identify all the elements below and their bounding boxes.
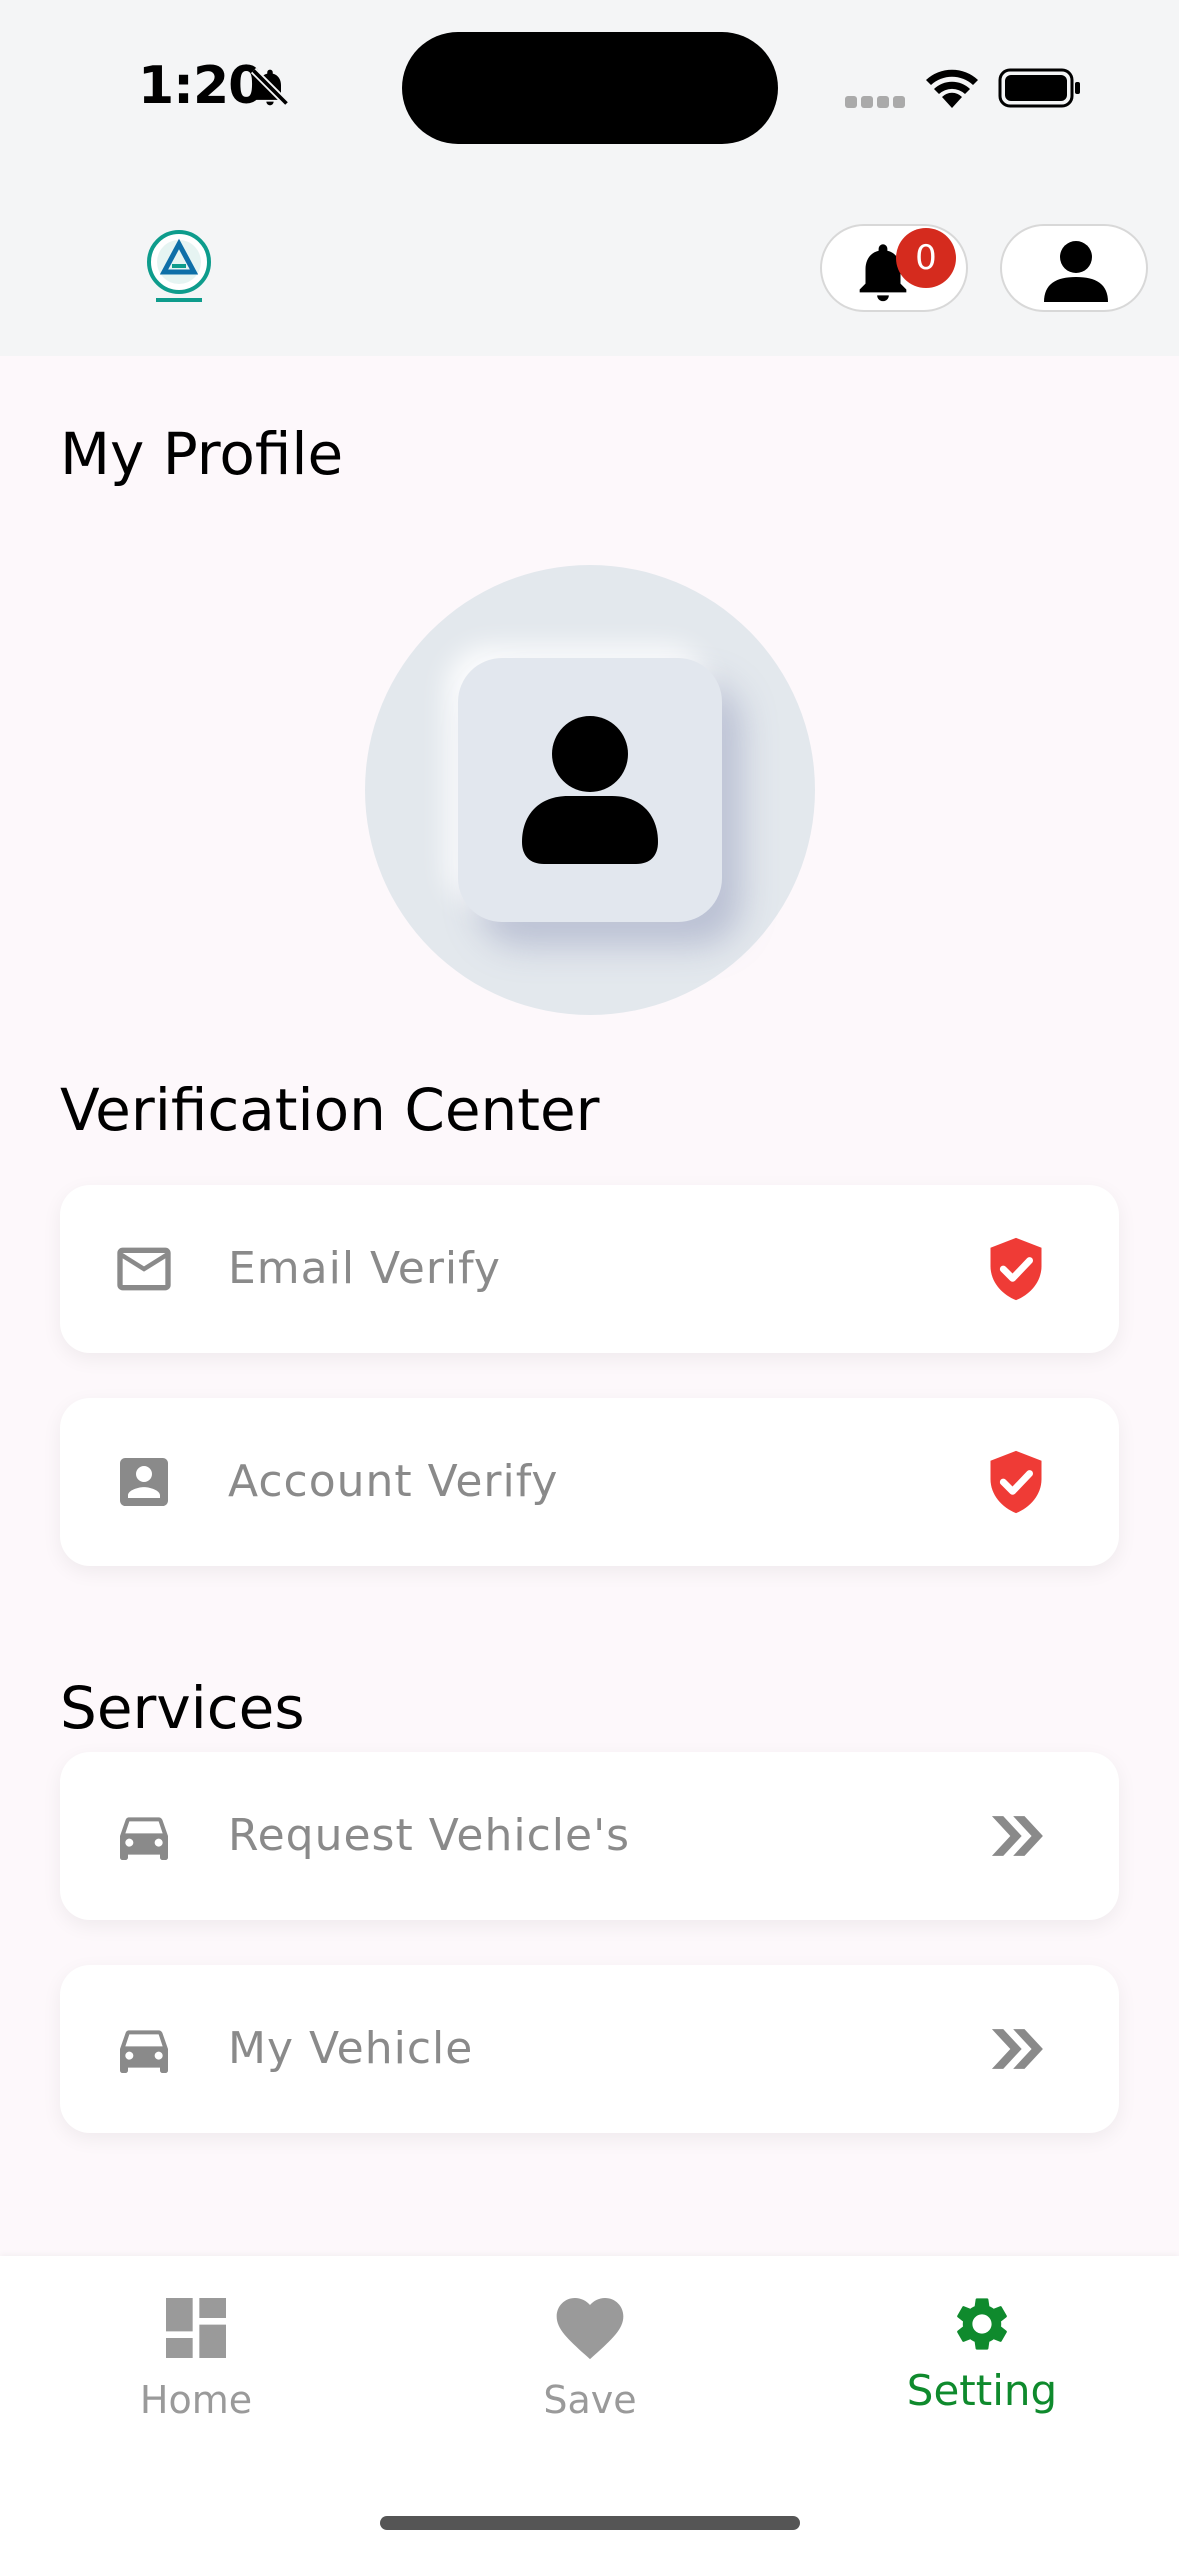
- shield-check-icon: [990, 1237, 1042, 1301]
- my-vehicle-label: My Vehicle: [228, 2023, 474, 2074]
- status-bar: 1:20: [0, 0, 1179, 180]
- mail-icon: [117, 1247, 171, 1291]
- nav-label-setting: Setting: [906, 2366, 1058, 2415]
- my-vehicle-card[interactable]: My Vehicle: [60, 1965, 1119, 2133]
- request-vehicles-label: Request Vehicle's: [228, 1810, 631, 1861]
- bell-off-icon: [250, 67, 290, 107]
- signal-icon: [845, 96, 905, 108]
- person-icon: [1044, 241, 1108, 302]
- home-indicator: [380, 2516, 800, 2530]
- avatar-tile: [458, 658, 722, 922]
- app-header: 0: [0, 180, 1179, 356]
- dashboard-icon: [166, 2298, 226, 2358]
- page-title: My Profile: [60, 420, 344, 488]
- battery-icon: [998, 68, 1080, 108]
- profile-button[interactable]: [1000, 224, 1148, 312]
- heart-icon: [556, 2298, 624, 2360]
- gear-icon: [957, 2298, 1007, 2350]
- car-icon: [120, 2030, 168, 2073]
- email-verify-card[interactable]: Email Verify: [60, 1185, 1119, 1353]
- dynamic-island: [402, 32, 778, 144]
- wifi-icon: [926, 69, 978, 108]
- verification-center-title: Verification Center: [60, 1076, 600, 1144]
- account-verify-card[interactable]: Account Verify: [60, 1398, 1119, 1566]
- status-time: 1:20: [138, 56, 264, 116]
- nav-item-setting[interactable]: Setting: [862, 2292, 1102, 2415]
- person-icon: [522, 716, 658, 864]
- nav-label-home: Home: [139, 2378, 253, 2422]
- services-title: Services: [60, 1674, 305, 1742]
- all-one-auto-logo[interactable]: [142, 228, 216, 306]
- account-verify-label: Account Verify: [228, 1456, 559, 1507]
- nav-item-save[interactable]: Save: [470, 2288, 710, 2422]
- avatar[interactable]: [365, 565, 815, 1015]
- car-icon: [120, 1817, 168, 1860]
- bottom-nav: Home Save Setting: [0, 2256, 1179, 2556]
- nav-label-save: Save: [543, 2378, 637, 2422]
- notification-button[interactable]: 0: [820, 224, 968, 312]
- email-verify-label: Email Verify: [228, 1243, 501, 1294]
- notification-count-badge: 0: [896, 228, 956, 288]
- account-box-icon: [120, 1458, 168, 1506]
- request-vehicles-card[interactable]: Request Vehicle's: [60, 1752, 1119, 1920]
- nav-item-home[interactable]: Home: [76, 2288, 316, 2422]
- double-chevron-right-icon: [991, 1816, 1043, 1856]
- shield-check-icon: [990, 1450, 1042, 1514]
- double-chevron-right-icon: [991, 2029, 1043, 2069]
